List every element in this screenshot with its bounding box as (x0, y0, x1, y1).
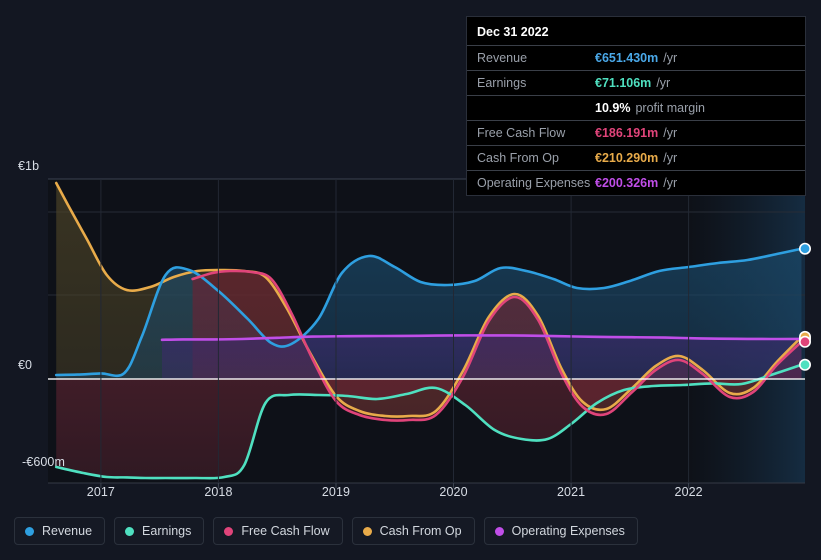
tooltip-row-label: Free Cash Flow (477, 126, 566, 140)
tooltip-row-revenue: Revenue €651.430m/yr (467, 45, 805, 70)
tooltip-row-earnings: Earnings €71.106m/yr (467, 70, 805, 95)
tooltip-row-label: Revenue (477, 51, 528, 65)
chart-legend: Revenue Earnings Free Cash Flow Cash From O… (14, 517, 638, 545)
legend-dot-icon (362, 526, 372, 536)
tooltip-row-unit: /yr (663, 176, 678, 190)
tooltip-row-label: Operating Expenses (477, 176, 591, 190)
end-marker-revenue (798, 242, 811, 255)
tooltip-row-unit: /yr (663, 51, 678, 65)
legend-dot-icon (224, 526, 234, 536)
x-axis-tick-2021: 2021 (556, 485, 586, 499)
x-axis-tick-2017: 2017 (86, 485, 115, 499)
end-marker-earnings (798, 358, 811, 371)
financial-chart: €1b €0 -€600m 2017 2018 2019 2020 2021 2022 D… (0, 0, 821, 560)
legend-item-earnings[interactable]: Earnings (114, 517, 205, 545)
tooltip-row-value: €651.430m (595, 51, 659, 65)
legend-item-label: Free Cash Flow (241, 524, 330, 538)
tooltip-row-unit: /yr (656, 76, 671, 90)
x-axis-tick-2022: 2022 (674, 485, 703, 499)
legend-item-label: Cash From Op (379, 524, 462, 538)
x-axis-tick-2019: 2019 (321, 485, 351, 499)
x-axis-tick-2020: 2020 (439, 485, 468, 499)
y-axis-label-zero: €0 (18, 358, 33, 372)
tooltip-row-value: €186.191m (595, 126, 659, 140)
tooltip-row-value: 10.9% (595, 101, 631, 115)
legend-dot-icon (25, 526, 34, 536)
tooltip-row-free-cash-flow: Free Cash Flow €186.191m/yr (467, 120, 805, 145)
tooltip-row-value: €200.326m (595, 176, 659, 190)
x-axis-tick-2018: 2018 (204, 485, 233, 499)
legend-item-label: Revenue (42, 524, 93, 538)
tooltip-row-label: Earnings (477, 76, 527, 90)
legend-item-label: Earnings (142, 524, 192, 538)
y-axis-label-top: €1b (18, 159, 40, 173)
end-marker-free-cash-flow (798, 335, 811, 348)
data-tooltip: Dec 31 2022 Revenue €651.430m/yr Earnings €… (466, 16, 806, 196)
legend-item-cash-from-op[interactable]: Cash From Op (351, 517, 475, 545)
legend-item-free-cash-flow[interactable]: Free Cash Flow (213, 517, 343, 545)
legend-dot-icon (494, 526, 504, 536)
tooltip-row-profit-margin: 10.9% profit margin (467, 95, 805, 120)
tooltip-row-label: Cash From Op (477, 151, 559, 165)
legend-item-revenue[interactable]: Revenue (14, 517, 106, 545)
tooltip-row-value: €71.106m (595, 76, 652, 90)
legend-item-label: Operating Expenses (511, 524, 625, 538)
tooltip-date: Dec 31 2022 (477, 25, 549, 39)
y-axis-label-bottom: -€600m (22, 455, 65, 469)
tooltip-row-operating-expenses: Operating Expenses €200.326m/yr (467, 170, 805, 195)
tooltip-row-unit: /yr (663, 151, 678, 165)
tooltip-row-cash-from-op: Cash From Op €210.290m/yr (467, 145, 805, 170)
legend-dot-icon (125, 526, 135, 536)
tooltip-row-unit: profit margin (635, 101, 705, 115)
tooltip-row-unit: /yr (663, 126, 678, 140)
tooltip-row-value: €210.290m (595, 151, 659, 165)
legend-item-operating-expenses[interactable]: Operating Expenses (483, 517, 638, 545)
